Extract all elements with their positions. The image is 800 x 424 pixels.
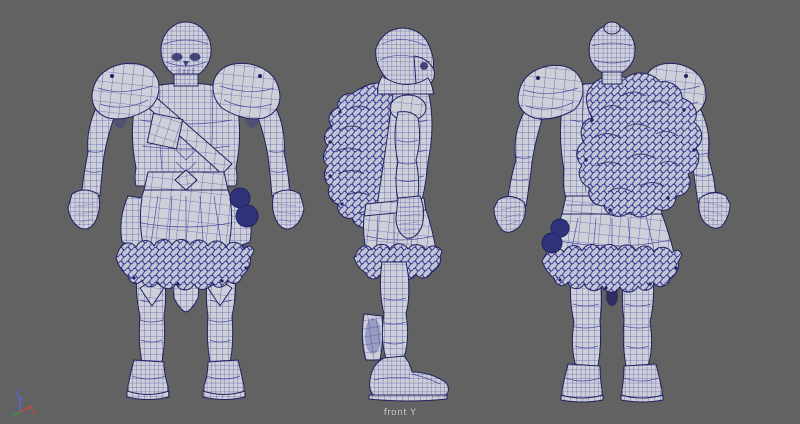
front-fur-trim[interactable] bbox=[115, 238, 255, 291]
axis-x-label: x bbox=[32, 407, 37, 416]
scene-canvas[interactable]: y x bbox=[0, 0, 800, 424]
view-axis-gizmo: y x bbox=[12, 387, 37, 417]
model-front-view[interactable] bbox=[67, 21, 305, 400]
side-rear-leg[interactable] bbox=[361, 313, 384, 361]
3d-viewport[interactable]: y x front Y bbox=[0, 0, 800, 424]
camera-label: front Y bbox=[383, 408, 417, 418]
front-belt[interactable] bbox=[143, 169, 229, 191]
axis-y-label: y bbox=[15, 387, 20, 396]
back-fur-trim[interactable] bbox=[541, 243, 683, 293]
back-head[interactable] bbox=[588, 21, 636, 85]
model-back-view[interactable] bbox=[493, 21, 731, 403]
side-hood[interactable] bbox=[375, 27, 435, 95]
front-head[interactable] bbox=[160, 21, 212, 87]
model-side-view[interactable] bbox=[323, 27, 449, 402]
